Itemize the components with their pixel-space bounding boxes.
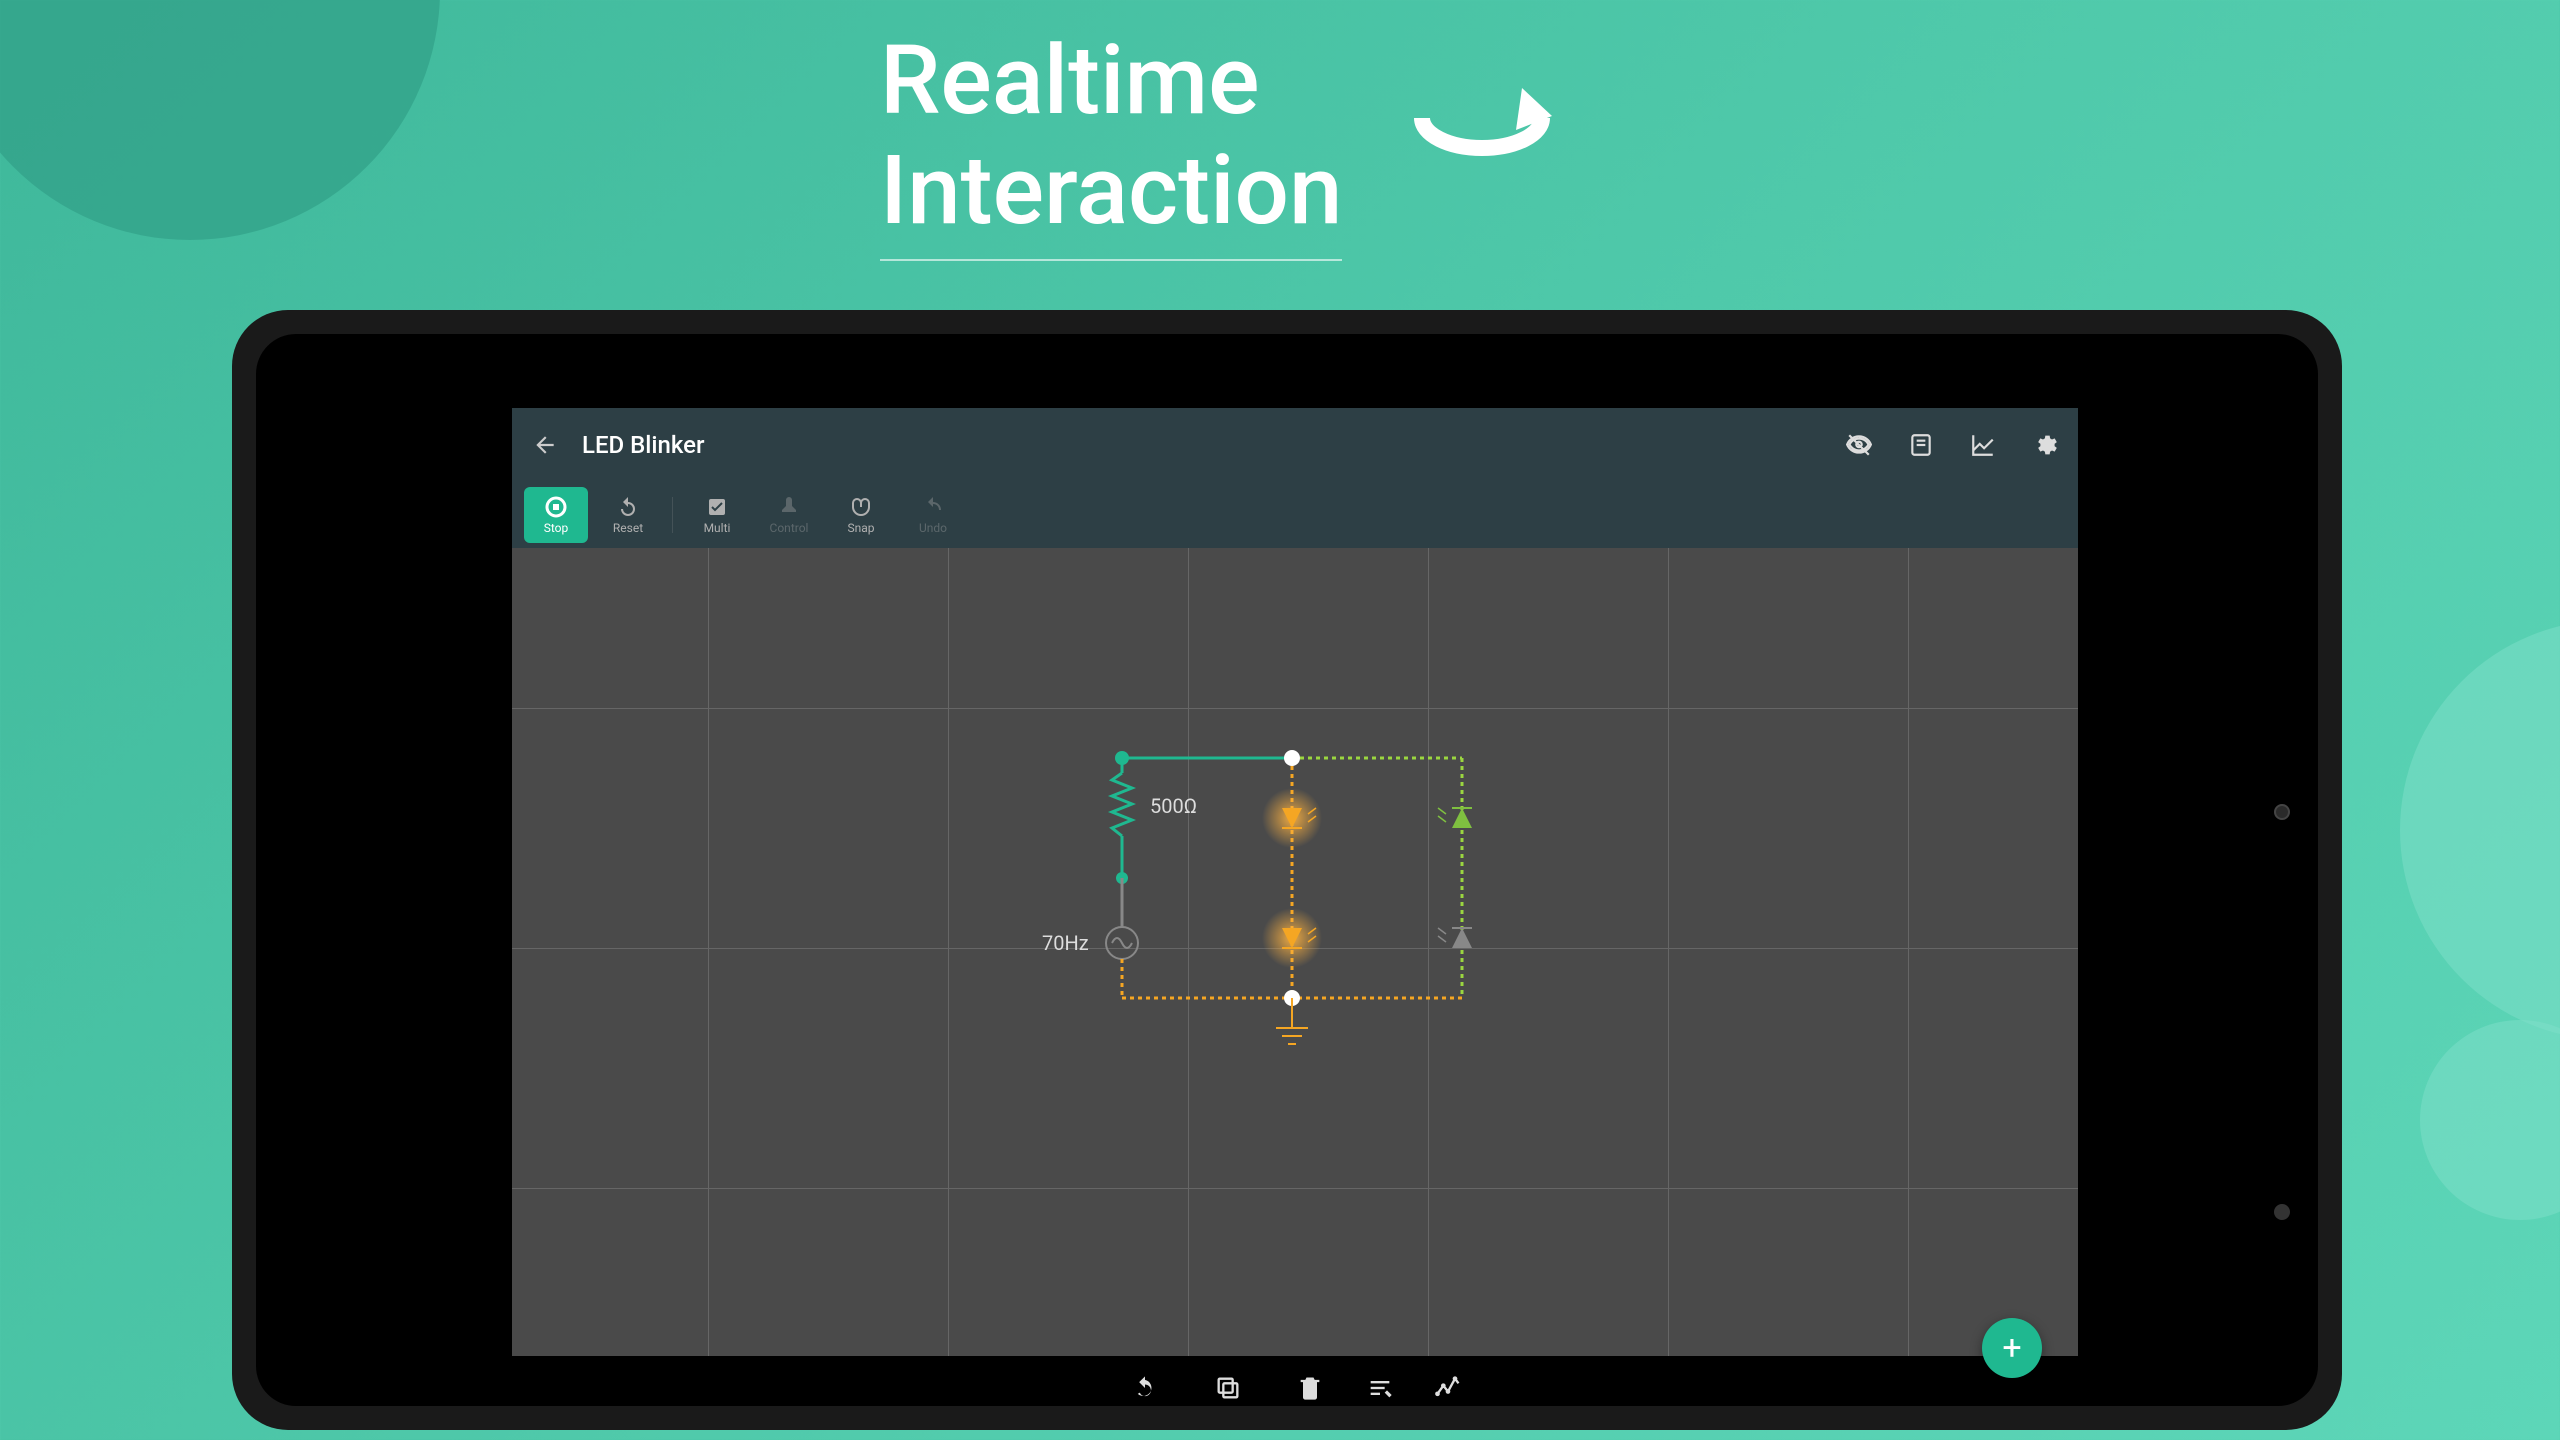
decorative-circle <box>2400 620 2560 1040</box>
grid-line <box>512 708 2078 709</box>
decorative-circle <box>2420 1020 2560 1220</box>
tablet-home-button <box>2274 1204 2290 1220</box>
tablet-camera <box>2274 804 2290 820</box>
bottom-toolbar: Rotate Duplicate Delete Edit Plot <box>512 1356 2078 1406</box>
rotate-arrow-icon <box>1392 78 1572 208</box>
stop-button[interactable]: Stop <box>524 487 588 543</box>
graph-icon[interactable] <box>1970 432 1996 458</box>
grid-line <box>1908 548 1909 1406</box>
snap-button[interactable]: Snap <box>829 487 893 543</box>
headline-text: Realtime Interaction <box>880 26 1342 261</box>
undo-button[interactable]: Undo <box>901 487 965 543</box>
duplicate-button[interactable]: Duplicate <box>1203 1374 1253 1406</box>
grid-line <box>948 548 949 1406</box>
visibility-off-icon[interactable] <box>1846 432 1872 458</box>
grid-line <box>1668 548 1669 1406</box>
back-button[interactable] <box>532 432 558 458</box>
control-button[interactable]: Control <box>757 487 821 543</box>
source-label: 70Hz <box>1042 931 1089 955</box>
settings-icon[interactable] <box>2032 432 2058 458</box>
circuit-diagram[interactable]: 500Ω 70Hz <box>1032 718 1492 1098</box>
grid-line <box>512 1188 2078 1189</box>
delete-button[interactable]: Delete <box>1293 1374 1327 1406</box>
resistor-label: 500Ω <box>1150 794 1197 818</box>
app-window: LED Blinker Stop Reset <box>512 408 2078 1406</box>
app-title: LED Blinker <box>582 431 1822 459</box>
titlebar: LED Blinker <box>512 408 2078 482</box>
save-icon[interactable] <box>1908 432 1934 458</box>
edit-button[interactable]: Edit <box>1366 1374 1394 1406</box>
decorative-circle <box>0 0 440 240</box>
tablet-frame: LED Blinker Stop Reset <box>232 310 2342 1430</box>
tablet-screen: LED Blinker Stop Reset <box>256 334 2318 1406</box>
toolbar-separator <box>672 497 673 533</box>
headline: Realtime Interaction <box>880 26 1572 261</box>
multi-button[interactable]: Multi <box>685 487 749 543</box>
circuit-canvas[interactable]: 500Ω 70Hz <box>512 548 2078 1406</box>
add-fab[interactable]: + <box>1982 1318 2042 1378</box>
rotate-button[interactable]: Rotate <box>1128 1374 1163 1406</box>
reset-button[interactable]: Reset <box>596 487 660 543</box>
grid-line <box>708 548 709 1406</box>
plot-button[interactable]: Plot <box>1434 1374 1462 1406</box>
toolbar: Stop Reset Multi Control Snap <box>512 482 2078 548</box>
